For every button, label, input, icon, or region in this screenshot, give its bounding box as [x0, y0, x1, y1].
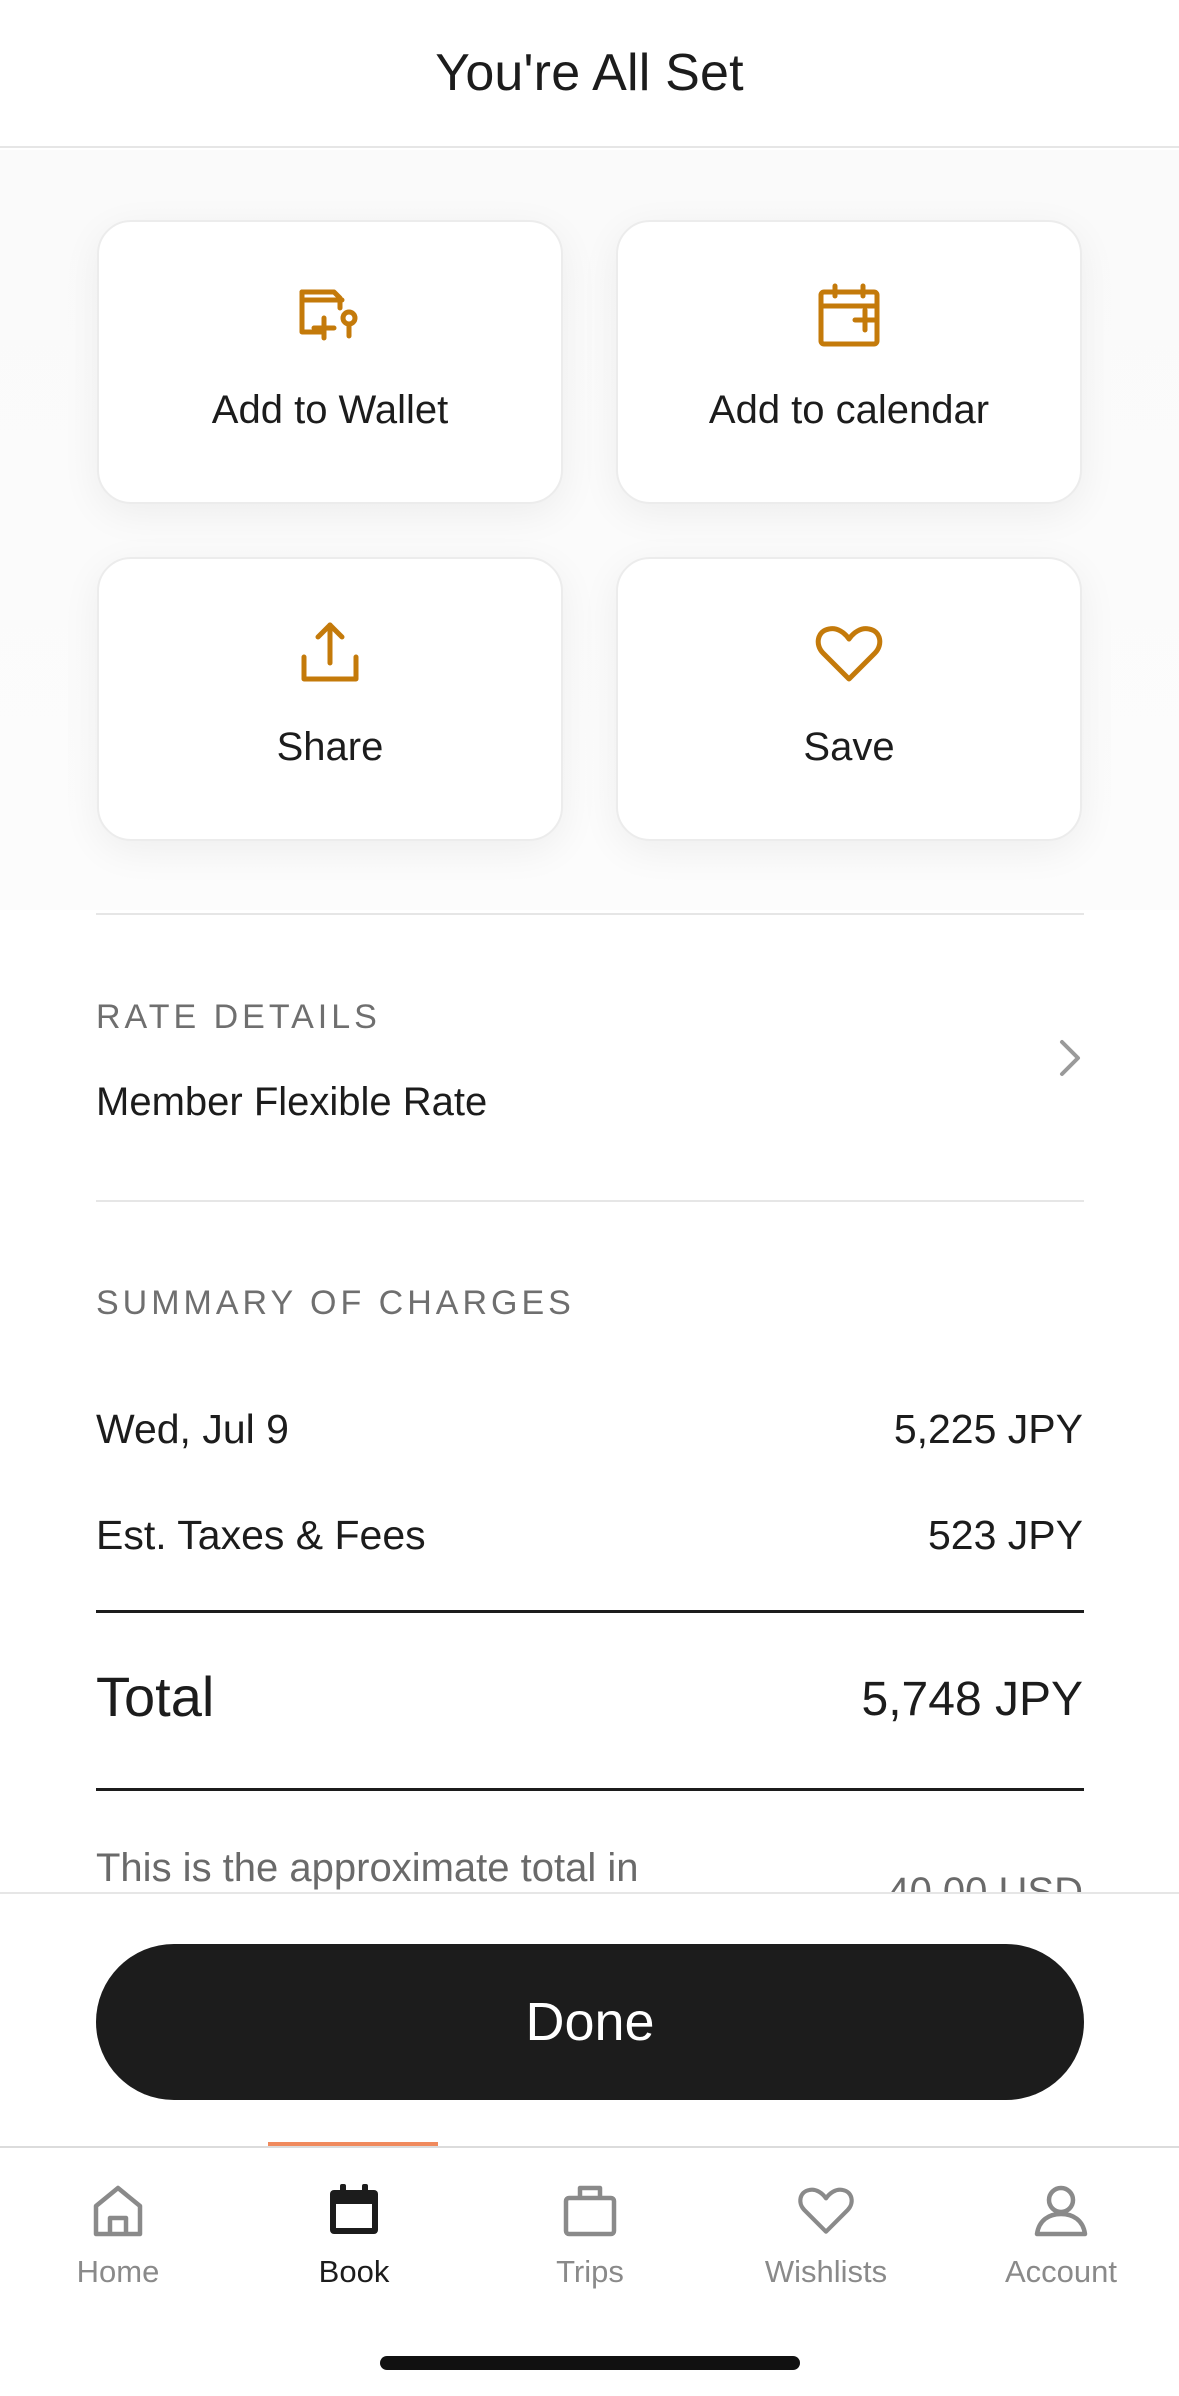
- share-button[interactable]: Share: [97, 557, 563, 841]
- total-divider-bottom: [96, 1788, 1084, 1791]
- add-to-calendar-button[interactable]: Add to calendar: [616, 220, 1082, 504]
- heart-icon: [813, 617, 885, 689]
- save-button[interactable]: Save: [616, 557, 1082, 841]
- tab-wishlists[interactable]: Wishlists: [708, 2148, 944, 2318]
- share-label: Share: [276, 725, 384, 769]
- tab-home[interactable]: Home: [0, 2148, 236, 2318]
- tab-home-label: Home: [76, 2254, 160, 2289]
- charge-date-amount: 5,225 JPY: [893, 1406, 1083, 1452]
- tab-book-label: Book: [318, 2254, 390, 2289]
- calendar-add-icon: [813, 280, 885, 352]
- taxes-fees-label: Est. Taxes & Fees: [96, 1512, 426, 1558]
- tab-account[interactable]: Account: [943, 2148, 1179, 2318]
- save-label: Save: [803, 725, 895, 769]
- tab-trips[interactable]: Trips: [472, 2148, 708, 2318]
- tab-trips-label: Trips: [556, 2254, 624, 2289]
- wallet-icon: [294, 280, 366, 352]
- add-to-calendar-label: Add to calendar: [708, 388, 990, 432]
- share-icon: [294, 617, 366, 689]
- summary-heading: SUMMARY OF CHARGES: [96, 1284, 575, 1322]
- calendar-icon: [322, 2178, 386, 2242]
- page: You're All Set Add to Wallet Add to cale…: [0, 0, 1179, 2396]
- tab-account-label: Account: [1004, 2254, 1117, 2289]
- total-amount: 5,748 JPY: [861, 1673, 1083, 1726]
- charge-date-label: Wed, Jul 9: [96, 1406, 289, 1452]
- heart-icon: [794, 2178, 858, 2242]
- tab-wishlists-label: Wishlists: [764, 2254, 888, 2289]
- total-divider-top: [96, 1610, 1084, 1613]
- done-button[interactable]: Done: [96, 1944, 1084, 2100]
- rate-details-value[interactable]: Member Flexible Rate: [96, 1080, 487, 1125]
- briefcase-icon: [558, 2178, 622, 2242]
- approx-total-text: This is the approximate total in: [96, 1846, 639, 1890]
- divider: [96, 913, 1084, 915]
- add-to-wallet-button[interactable]: Add to Wallet: [97, 220, 563, 504]
- divider: [96, 1200, 1084, 1202]
- add-to-wallet-label: Add to Wallet: [211, 388, 449, 432]
- home-icon: [86, 2178, 150, 2242]
- person-icon: [1029, 2178, 1093, 2242]
- tab-book[interactable]: Book: [236, 2148, 472, 2318]
- taxes-fees-amount: 523 JPY: [928, 1512, 1083, 1558]
- header: You're All Set: [0, 0, 1179, 148]
- rate-details-heading: RATE DETAILS: [96, 998, 381, 1036]
- page-title: You're All Set: [435, 44, 744, 102]
- done-bar: Done: [0, 1892, 1179, 2148]
- home-indicator: [380, 2356, 800, 2370]
- chevron-right-icon[interactable]: [1052, 1036, 1088, 1080]
- total-label: Total: [96, 1665, 215, 1728]
